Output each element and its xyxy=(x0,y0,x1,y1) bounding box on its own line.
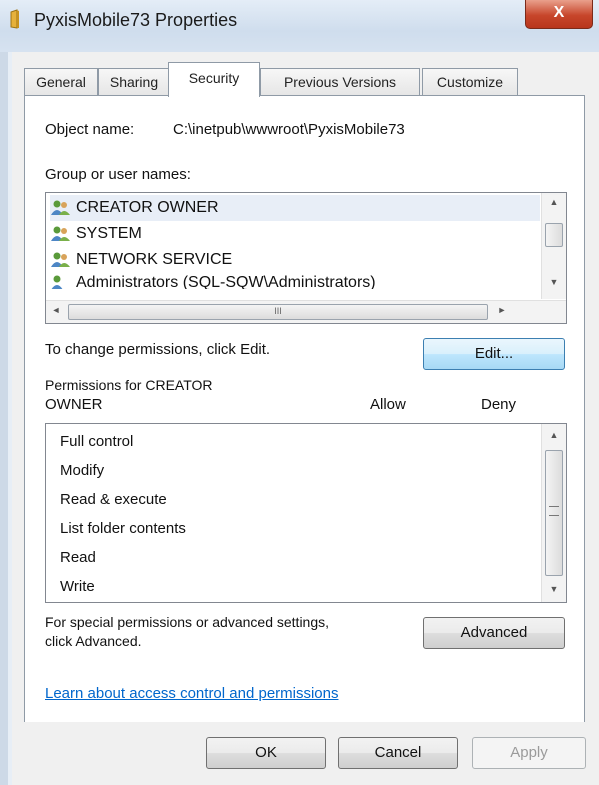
scroll-down-icon[interactable]: ▼ xyxy=(542,277,566,287)
allow-column-header: Allow xyxy=(370,396,406,413)
special-permissions-text-line2: click Advanced. xyxy=(45,633,142,649)
permission-row: Modify xyxy=(60,462,105,479)
object-name-label: Object name: xyxy=(45,121,135,138)
permission-row: Full control xyxy=(60,433,134,450)
user-name: Administrators (SQL-SQW\Administrators) xyxy=(76,274,376,289)
permissions-list[interactable]: Full control Modify Read & execute List … xyxy=(45,423,567,603)
user-name: NETWORK SERVICE xyxy=(76,251,233,268)
security-tab-content: Object name: C:\inetpub\wwwroot\PyxisMob… xyxy=(24,95,585,724)
users-icon xyxy=(50,251,72,269)
access-control-help-link[interactable]: Learn about access control and permissio… xyxy=(45,685,339,702)
user-list-vertical-scrollbar[interactable]: ▲ ▼ xyxy=(541,193,566,299)
permission-row: List folder contents xyxy=(60,520,186,537)
scroll-left-icon[interactable]: ◄ xyxy=(48,305,64,315)
user-name: SYSTEM xyxy=(76,225,142,242)
tab-sharing[interactable]: Sharing xyxy=(98,68,170,95)
list-item[interactable]: SYSTEM xyxy=(50,221,142,247)
user-name: CREATOR OWNER xyxy=(76,199,219,216)
user-list-horizontal-scrollbar[interactable]: ◄ III ► xyxy=(46,300,566,323)
close-button[interactable]: X xyxy=(525,0,593,29)
edit-button[interactable]: Edit... xyxy=(423,338,565,370)
special-permissions-text-line1: For special permissions or advanced sett… xyxy=(45,614,330,630)
folder-icon xyxy=(8,8,30,30)
title-bar[interactable]: PyxisMobile73 Properties X xyxy=(0,0,599,52)
grip-icon xyxy=(549,506,559,516)
tab-previous-versions[interactable]: Previous Versions xyxy=(260,68,420,95)
group-user-names-label: Group or user names: xyxy=(45,166,191,183)
tab-security[interactable]: Security xyxy=(168,62,260,97)
ok-button[interactable]: OK xyxy=(206,737,326,769)
cancel-button[interactable]: Cancel xyxy=(338,737,458,769)
deny-column-header: Deny xyxy=(481,396,517,413)
permissions-vertical-scrollbar[interactable]: ▲ ▼ xyxy=(541,424,566,602)
window-border xyxy=(0,52,8,785)
tab-customize[interactable]: Customize xyxy=(422,68,518,95)
permission-row: Write xyxy=(60,578,95,595)
scroll-right-icon[interactable]: ► xyxy=(494,305,510,315)
scroll-up-icon[interactable]: ▲ xyxy=(542,197,566,207)
users-icon xyxy=(50,274,72,289)
scroll-up-icon[interactable]: ▲ xyxy=(542,430,566,440)
apply-button[interactable]: Apply xyxy=(472,737,586,769)
permissions-for-label-line2: OWNER xyxy=(45,396,103,413)
tab-general[interactable]: General xyxy=(24,68,98,95)
list-item[interactable]: NETWORK SERVICE xyxy=(50,247,232,273)
list-item[interactable]: CREATOR OWNER xyxy=(50,195,540,221)
change-permissions-text: To change permissions, click Edit. xyxy=(45,341,271,358)
users-icon xyxy=(50,225,72,243)
list-item[interactable]: Administrators (SQL-SQW\Administrators) xyxy=(50,273,376,289)
dialog-footer: OK Cancel Apply xyxy=(12,722,599,785)
window-title: PyxisMobile73 Properties xyxy=(34,10,238,30)
permissions-for-label-line1: Permissions for CREATOR xyxy=(45,377,213,393)
scroll-thumb[interactable] xyxy=(545,223,563,247)
scroll-down-icon[interactable]: ▼ xyxy=(542,584,566,594)
permission-row: Read xyxy=(60,549,96,566)
horizontal-scroll-thumb[interactable]: III xyxy=(68,304,488,320)
object-name-value: C:\inetpub\wwwroot\PyxisMobile73 xyxy=(173,121,405,138)
group-user-list[interactable]: CREATOR OWNER SYSTEM NETWORK SERVICE Adm… xyxy=(45,192,567,324)
scroll-thumb[interactable] xyxy=(545,450,563,576)
advanced-button[interactable]: Advanced xyxy=(423,617,565,649)
users-icon xyxy=(50,199,72,217)
properties-window: PyxisMobile73 Properties X General Shari… xyxy=(0,0,599,785)
permission-row: Read & execute xyxy=(60,491,167,508)
